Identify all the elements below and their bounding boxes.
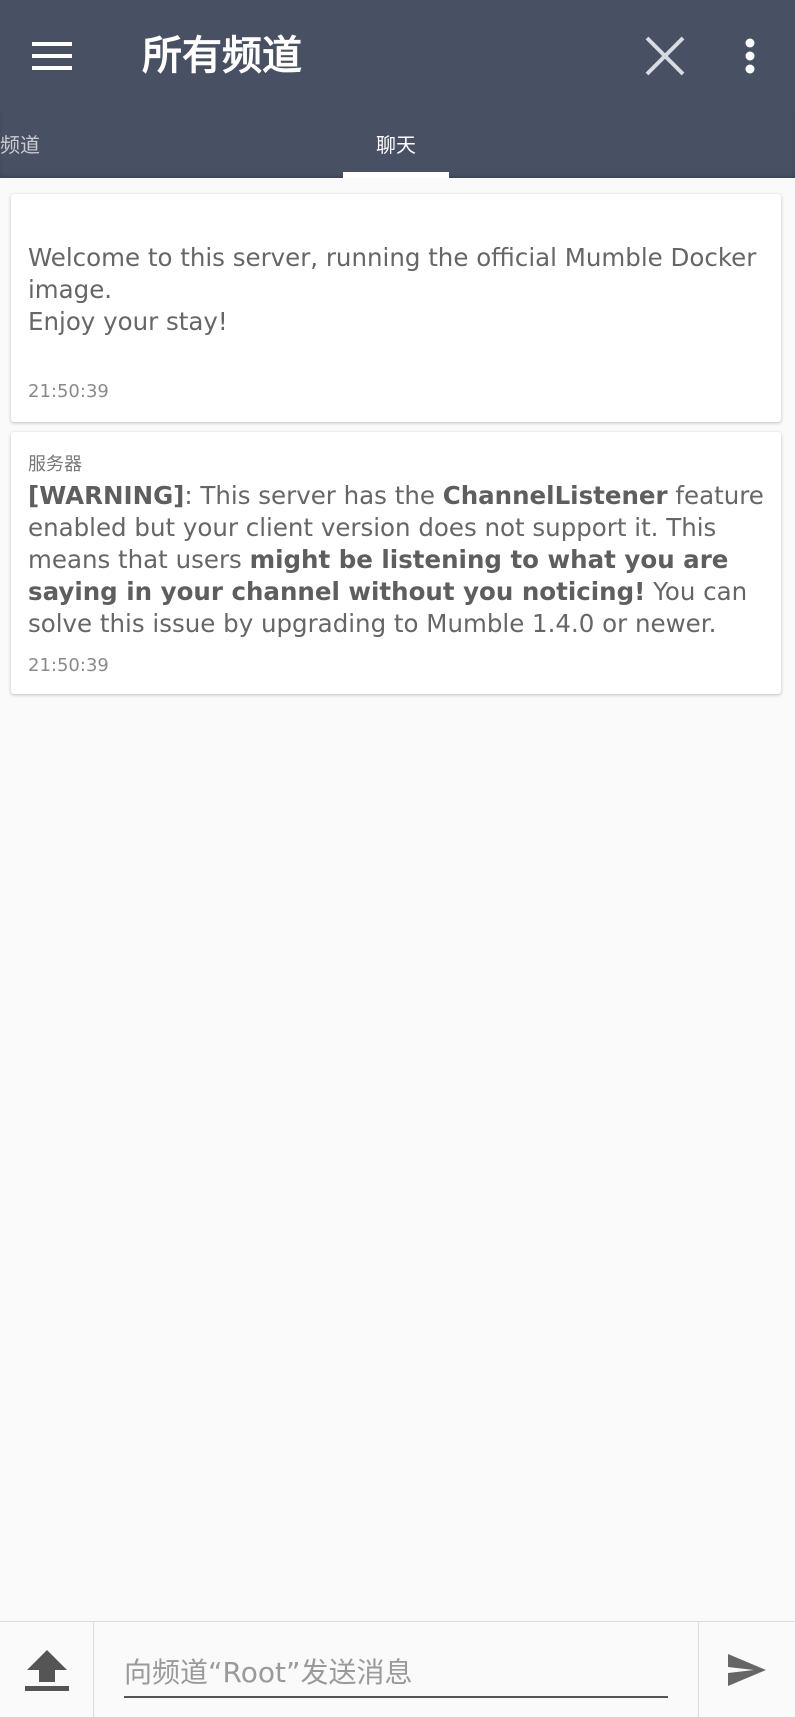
message-body: [WARNING]: This server has the ChannelLi…	[28, 480, 773, 640]
tab-channels[interactable]: 频道	[0, 112, 50, 178]
close-icon	[645, 36, 685, 76]
message-card: Welcome to this server, running the offi…	[11, 194, 781, 422]
tab-bar: 频道 聊天	[0, 112, 795, 178]
message-sender: 服务器	[28, 454, 82, 475]
message-card: 服务器 [WARNING]: This server has the Chann…	[11, 432, 781, 694]
message-composer	[0, 1621, 795, 1717]
warning-tag: [WARNING]	[28, 481, 185, 510]
menu-button[interactable]	[20, 26, 84, 86]
more-vert-icon	[745, 38, 755, 74]
message-text-segment: : This server has the	[184, 481, 443, 510]
message-body: Welcome to this server, running the offi…	[28, 242, 768, 338]
chat-message-list[interactable]: Welcome to this server, running the offi…	[0, 178, 795, 1622]
message-timestamp: 21:50:39	[28, 655, 109, 676]
message-line: Enjoy your stay!	[28, 307, 228, 336]
send-icon	[728, 1654, 766, 1686]
upload-button[interactable]	[0, 1622, 94, 1717]
message-line: Welcome to this server, running the offi…	[28, 243, 757, 304]
close-button[interactable]	[630, 26, 700, 86]
message-timestamp: 21:50:39	[28, 381, 109, 402]
message-input[interactable]	[124, 1648, 668, 1698]
feature-name: ChannelListener	[442, 481, 668, 510]
send-button[interactable]	[698, 1622, 795, 1717]
app-bar: 所有频道	[0, 0, 795, 112]
upload-icon	[24, 1650, 69, 1691]
page-title: 所有频道	[142, 33, 302, 79]
tab-chat[interactable]: 聊天	[343, 112, 449, 178]
more-options-button[interactable]	[725, 26, 775, 86]
hamburger-menu-icon	[32, 42, 72, 70]
